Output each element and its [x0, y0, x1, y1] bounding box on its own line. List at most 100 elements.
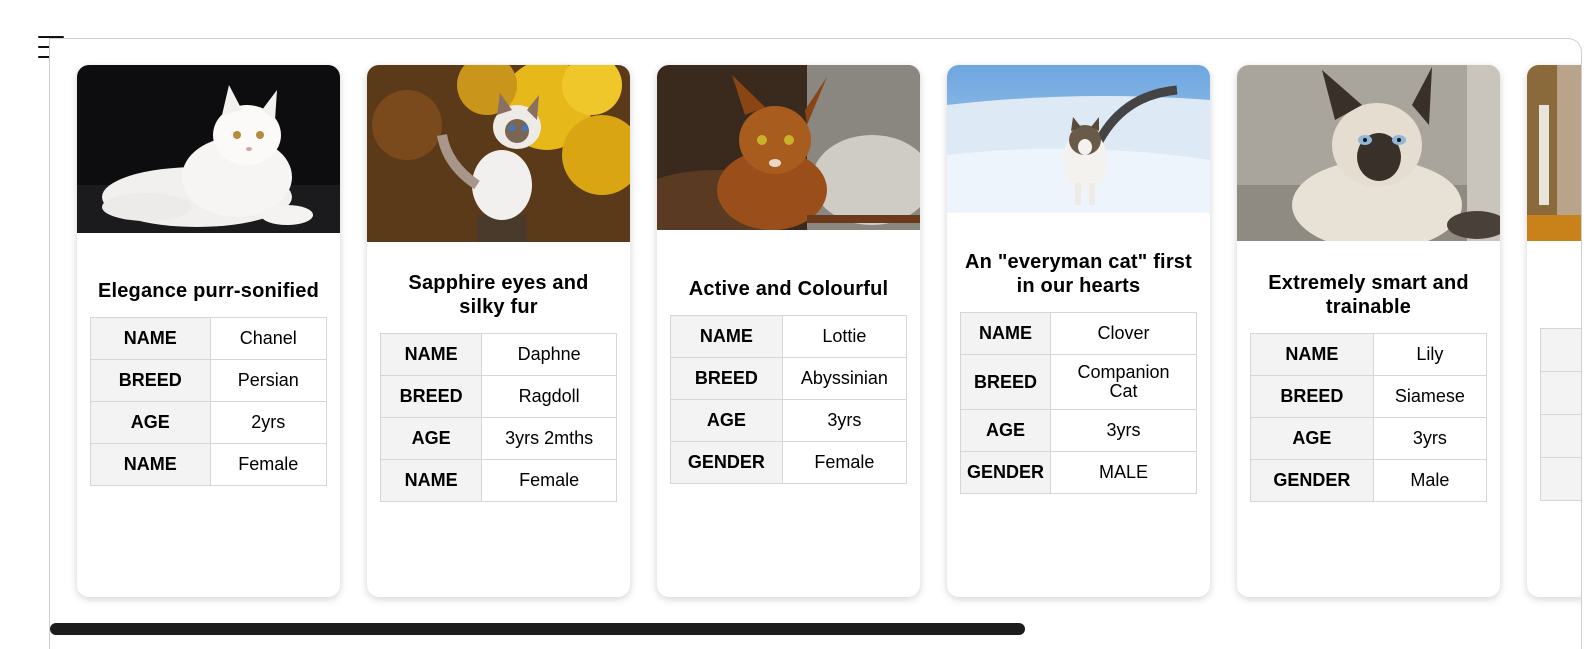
- label-cell: GENDER: [1250, 458, 1374, 502]
- label-cell: BREED: [379, 375, 483, 418]
- value-cell: Siamese: [1372, 374, 1488, 418]
- cat-photo: [657, 65, 920, 230]
- label-cell: BREED: [1250, 374, 1374, 418]
- value-cell: Female: [481, 459, 617, 502]
- table-row: BREED Abyssinian: [670, 357, 908, 400]
- cat-card: Extremely smart and trainable NAME Lily B…: [1237, 65, 1500, 597]
- label-cell: GENDER: [959, 451, 1052, 494]
- value-cell: 3yrs: [1050, 409, 1197, 452]
- label-cell: BREED: [959, 354, 1052, 410]
- table-row: BREED Persian: [90, 358, 328, 402]
- table-row: NAME Chanel: [90, 316, 328, 360]
- label-cell: [1540, 370, 1581, 415]
- label-cell: [1540, 413, 1581, 458]
- cat-info-table: NAME Daphne BREED Ragdoll AGE 3yrs 2mths NA…: [379, 333, 617, 502]
- card-title: Active and Colourful: [688, 278, 889, 300]
- card-title: Extremely smart and trainable: [1268, 271, 1469, 318]
- table-row: BREED Siamese: [1250, 374, 1488, 418]
- value-cell: Companion Cat: [1050, 354, 1197, 410]
- table-row: NAME Lily: [1250, 332, 1488, 376]
- label-cell: NAME: [379, 459, 483, 502]
- table-row: AGE 3yrs: [670, 399, 908, 442]
- table-row: AGE 3yrs 2mths: [379, 417, 617, 460]
- cat-card-partial: [1527, 65, 1581, 597]
- table-row: [1540, 413, 1581, 458]
- label-cell: NAME: [670, 315, 783, 358]
- table-row: BREED Companion Cat: [959, 354, 1197, 410]
- label-cell: NAME: [90, 316, 211, 360]
- value-cell: Chanel: [209, 316, 328, 360]
- value-cell: Lottie: [781, 315, 908, 358]
- card-title: Sapphire eyes and silky fur: [408, 272, 589, 318]
- table-row: GENDER Female: [670, 441, 908, 484]
- cat-photo: [1237, 65, 1500, 241]
- value-cell: 3yrs 2mths: [481, 417, 617, 460]
- table-row: [1540, 370, 1581, 415]
- cat-info-table: [1540, 327, 1581, 501]
- card-body: An "everyman cat" first in our hearts NA…: [947, 213, 1210, 597]
- label-cell: AGE: [90, 400, 211, 444]
- label-cell: NAME: [1250, 332, 1374, 376]
- label-cell: [1540, 456, 1581, 501]
- cat-photo: [77, 65, 340, 233]
- label-cell: NAME: [959, 312, 1052, 355]
- table-row: NAME Female: [90, 442, 328, 486]
- value-cell: 3yrs: [1372, 416, 1488, 460]
- table-row: NAME Female: [379, 459, 617, 502]
- label-cell: NAME: [379, 333, 483, 376]
- value-cell: Male: [1372, 458, 1488, 502]
- table-row: AGE 2yrs: [90, 400, 328, 444]
- label-cell: AGE: [1250, 416, 1374, 460]
- cat-card: Elegance purr-sonified NAME Chanel BREED P…: [77, 65, 340, 597]
- card-title: An "everyman cat" first in our hearts: [965, 251, 1192, 297]
- card-body: Elegance purr-sonified NAME Chanel BREED P…: [77, 233, 340, 597]
- cat-card: Active and Colourful NAME Lottie BREED Aby…: [657, 65, 920, 597]
- label-cell: BREED: [90, 358, 211, 402]
- card-title: Elegance purr-sonified: [97, 279, 320, 302]
- value-cell: Abyssinian: [781, 357, 908, 400]
- card-body: [1527, 241, 1581, 597]
- value-cell: 3yrs: [781, 399, 908, 442]
- table-row: NAME Lottie: [670, 315, 908, 358]
- table-row: [1540, 456, 1581, 501]
- table-row: AGE 3yrs: [1250, 416, 1488, 460]
- cat-card: Sapphire eyes and silky fur NAME Daphne B…: [367, 65, 630, 597]
- cat-info-table: NAME Lottie BREED Abyssinian AGE 3yrs GENDE…: [670, 315, 908, 484]
- value-cell: Lily: [1372, 332, 1488, 376]
- card-body: Extremely smart and trainable NAME Lily B…: [1237, 241, 1500, 597]
- table-row: BREED Ragdoll: [379, 375, 617, 418]
- value-cell: Female: [209, 442, 328, 486]
- value-cell: 2yrs: [209, 400, 328, 444]
- value-cell: MALE: [1050, 451, 1197, 494]
- horizontal-scrollbar-thumb[interactable]: [50, 623, 1025, 635]
- carousel-track: Elegance purr-sonified NAME Chanel BREED P…: [77, 65, 1581, 597]
- cat-info-table: NAME Lily BREED Siamese AGE 3yrs GENDER Male: [1250, 332, 1488, 502]
- table-row: GENDER MALE: [959, 451, 1197, 494]
- value-cell: Female: [781, 441, 908, 484]
- label-cell: BREED: [670, 357, 783, 400]
- cat-photo: [1527, 65, 1581, 241]
- value-cell: Persian: [209, 358, 328, 402]
- cat-card: An "everyman cat" first in our hearts NA…: [947, 65, 1210, 597]
- label-cell: GENDER: [670, 441, 783, 484]
- label-cell: AGE: [959, 409, 1052, 452]
- table-row: GENDER Male: [1250, 458, 1488, 502]
- table-row: NAME Daphne: [379, 333, 617, 376]
- value-cell: Clover: [1050, 312, 1197, 355]
- card-body: Sapphire eyes and silky fur NAME Daphne B…: [367, 242, 630, 597]
- label-cell: [1540, 327, 1581, 372]
- table-row: NAME Clover: [959, 312, 1197, 355]
- cat-info-table: NAME Clover BREED Companion Cat AGE 3yrs GE…: [959, 312, 1197, 494]
- value-cell: Ragdoll: [481, 375, 617, 418]
- cat-info-table: NAME Chanel BREED Persian AGE 2yrs NAME Fema…: [90, 316, 328, 486]
- table-row: [1540, 327, 1581, 372]
- label-cell: AGE: [379, 417, 483, 460]
- table-row: AGE 3yrs: [959, 409, 1197, 452]
- label-cell: AGE: [670, 399, 783, 442]
- card-body: Active and Colourful NAME Lottie BREED Aby…: [657, 230, 920, 597]
- cat-photo: [947, 65, 1210, 213]
- cat-photo: [367, 65, 630, 242]
- value-cell: Daphne: [481, 333, 617, 376]
- label-cell: NAME: [90, 442, 211, 486]
- cat-carousel[interactable]: Elegance purr-sonified NAME Chanel BREED P…: [49, 38, 1582, 649]
